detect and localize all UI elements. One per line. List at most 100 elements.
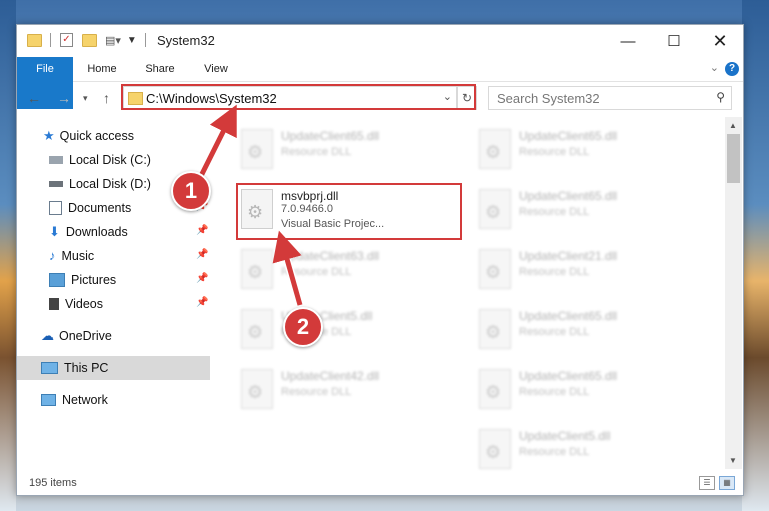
status-bar: 195 items ☰ ▦ (17, 471, 743, 495)
sidebar-item-label: Local Disk (C:) (69, 153, 151, 167)
forward-button[interactable]: → (57, 90, 71, 106)
desktop-background-right (742, 0, 769, 511)
up-button[interactable]: ↑ (103, 90, 110, 106)
list-item[interactable]: UpdateClient65.dll Resource DLL (471, 183, 691, 235)
properties-icon[interactable]: ✓ (60, 33, 73, 47)
drive-icon (49, 156, 63, 164)
dll-file-icon (479, 129, 511, 169)
toolbar-separator (144, 33, 146, 47)
file-list: UpdateClient65.dll Resource DLL msvbprj.… (213, 117, 723, 469)
list-item[interactable]: UpdateClient65.dll Resource DLL (233, 123, 453, 175)
file-type: Resource DLL (519, 206, 590, 218)
sidebar-item-documents[interactable]: Documents (49, 197, 131, 219)
back-button[interactable]: ← (27, 90, 41, 106)
list-item[interactable]: UpdateClient65.dll Resource DLL (471, 363, 691, 415)
file-type: Resource DLL (519, 446, 590, 458)
list-item[interactable]: UpdateClient42.dll Resource DLL (233, 363, 453, 415)
window-title: System32 (157, 33, 215, 48)
sidebar-item-label: Pictures (71, 273, 117, 287)
dll-file-icon (479, 429, 511, 469)
dll-file-icon (241, 309, 273, 349)
tab-share[interactable]: Share (135, 57, 185, 81)
minimize-button[interactable]: — (605, 25, 651, 57)
maximize-button[interactable]: ☐ (651, 25, 697, 57)
customize-toolbar-icon[interactable]: ▤▾ (105, 34, 121, 47)
sidebar-item-label: OneDrive (59, 329, 112, 343)
sidebar-item-label: This PC (64, 361, 109, 375)
music-icon: ♪ (49, 248, 56, 263)
pictures-icon (49, 273, 65, 287)
scroll-up-icon[interactable]: ▲ (729, 121, 737, 130)
sidebar-item-network[interactable]: Network (41, 389, 108, 411)
pin-icon[interactable]: 📌 (196, 249, 208, 260)
sidebar-item-quick-access[interactable]: ★ Quick access (43, 125, 134, 147)
file-name: UpdateClient42.dll (281, 369, 380, 383)
sidebar-item-this-pc[interactable]: This PC (41, 357, 108, 379)
file-name: UpdateClient65.dll (519, 189, 618, 203)
list-item[interactable]: UpdateClient63.dll Resource DLL (233, 243, 453, 295)
file-name: UpdateClient65.dll (519, 369, 618, 383)
vertical-scrollbar[interactable]: ▲ ▼ (725, 117, 742, 469)
new-folder-icon[interactable] (82, 33, 97, 47)
cloud-icon: ☁ (41, 328, 54, 343)
star-icon: ★ (43, 128, 55, 143)
file-name: UpdateClient65.dll (519, 309, 618, 323)
sidebar-item-label: Network (62, 393, 108, 407)
drive-icon (49, 181, 63, 187)
item-count: 195 items (29, 477, 77, 489)
sidebar-item-downloads[interactable]: ⬇ Downloads (49, 221, 128, 243)
ribbon-tabs: File Home Share View ⌄ ? (17, 57, 743, 109)
scroll-down-icon[interactable]: ▼ (729, 456, 737, 465)
sidebar-item-local-disk-c[interactable]: Local Disk (C:) (49, 149, 151, 171)
tab-home[interactable]: Home (77, 57, 127, 81)
sidebar-item-label: Videos (65, 297, 103, 311)
search-box[interactable]: Search System32 ⚲ (488, 86, 732, 110)
list-item[interactable]: UpdateClient5.dll Resource DLL (233, 303, 453, 355)
list-item[interactable]: UpdateClient5.dll Resource DLL (471, 423, 691, 475)
pin-icon[interactable]: 📌 (196, 225, 208, 236)
pin-icon[interactable]: 📌 (196, 297, 208, 308)
quick-access-toolbar: ✓ ▤▾ ▼ (27, 33, 146, 47)
list-item[interactable]: UpdateClient21.dll Resource DLL (471, 243, 691, 295)
toolbar-dropdown-icon[interactable]: ▼ (127, 35, 137, 46)
toolbar-separator (50, 33, 51, 47)
dll-file-icon (241, 249, 273, 289)
search-icon[interactable]: ⚲ (716, 90, 725, 104)
file-type: Resource DLL (281, 386, 352, 398)
search-input[interactable]: Search System32 (497, 91, 600, 106)
file-type: Resource DLL (519, 386, 590, 398)
sidebar-item-pictures[interactable]: Pictures (49, 269, 116, 291)
sidebar-item-label: Documents (68, 201, 132, 215)
dll-file-icon (479, 309, 511, 349)
file-type: Resource DLL (281, 146, 352, 158)
sidebar-item-label: Quick access (59, 129, 134, 143)
dll-file-icon (241, 369, 273, 409)
expand-ribbon-icon[interactable]: ⌄ (710, 61, 719, 74)
documents-icon (49, 201, 62, 215)
file-name: UpdateClient63.dll (281, 249, 380, 263)
file-name: UpdateClient5.dll (519, 429, 611, 443)
scrollbar-thumb[interactable] (727, 134, 740, 183)
recent-locations-icon[interactable]: ▾ (83, 93, 88, 104)
details-view-icon[interactable]: ☰ (699, 476, 715, 490)
folder-icon (27, 33, 42, 47)
sidebar-item-music[interactable]: ♪ Music (49, 245, 94, 267)
dll-file-icon (479, 249, 511, 289)
file-type: Resource DLL (519, 326, 590, 338)
dll-file-icon (479, 189, 511, 229)
file-type: Resource DLL (519, 146, 590, 158)
sidebar-item-videos[interactable]: Videos (49, 293, 103, 315)
pin-icon[interactable]: 📌 (196, 273, 208, 284)
computer-icon (41, 362, 58, 374)
sidebar-item-onedrive[interactable]: ☁ OneDrive (41, 325, 112, 347)
large-icons-view-icon[interactable]: ▦ (719, 476, 735, 490)
tab-view[interactable]: View (191, 57, 241, 81)
file-type: Resource DLL (519, 266, 590, 278)
sidebar-item-local-disk-d[interactable]: Local Disk (D:) (49, 173, 151, 195)
file-explorer-window: ✓ ▤▾ ▼ System32 — ☐ ✕ File Home Share Vi… (16, 24, 744, 496)
help-icon[interactable]: ? (725, 62, 739, 76)
list-item[interactable]: UpdateClient65.dll Resource DLL (471, 303, 691, 355)
close-button[interactable]: ✕ (697, 25, 743, 57)
list-item[interactable]: UpdateClient65.dll Resource DLL (471, 123, 691, 175)
title-bar: ✓ ▤▾ ▼ System32 — ☐ ✕ (17, 25, 743, 57)
